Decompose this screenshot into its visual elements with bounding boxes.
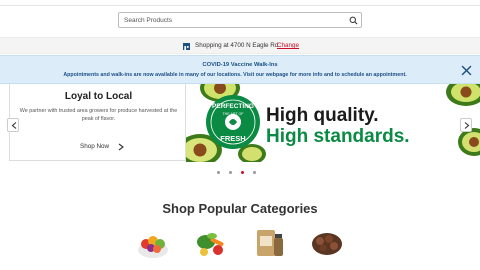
close-icon[interactable] (461, 65, 472, 76)
store-bar: Shopping at 4700 N Eagle Rd Change (0, 37, 480, 54)
pantry-jar-icon[interactable] (252, 226, 288, 260)
search-box[interactable] (118, 12, 362, 28)
carousel-dot[interactable] (217, 171, 220, 174)
covid-notice: COVID-19 Vaccine Walk-Ins Appointments a… (0, 55, 480, 84)
carousel-prev-button[interactable] (7, 118, 19, 132)
store-location-text: Shopping at 4700 N Eagle Rd (195, 42, 279, 49)
badge-bottom-text: FRESH (220, 134, 245, 143)
chevron-right-icon (464, 122, 470, 129)
badge-top-text: PERFECTING (212, 103, 254, 110)
carousel-dots (214, 170, 260, 176)
banner-headline-line2: High standards. (266, 126, 410, 147)
carousel-dot[interactable] (253, 171, 256, 174)
header-divider (0, 5, 480, 6)
meat-icon[interactable] (309, 226, 345, 260)
hero-banner-art: PERFECTING THE ART OF FRESH High quality… (186, 84, 480, 162)
store-icon (183, 43, 190, 50)
search-input[interactable] (124, 16, 344, 25)
promo-card: Loyal to Local We partner with trusted a… (9, 84, 186, 161)
search-icon[interactable] (349, 16, 358, 25)
covid-notice-body: Appointments and walk-ins are now availa… (63, 72, 407, 78)
change-store-link[interactable]: Change (277, 42, 299, 49)
banner-headline-line1: High quality. (266, 105, 379, 126)
carousel-dot[interactable] (241, 171, 244, 174)
fruit-bowl-icon[interactable] (135, 226, 171, 260)
promo-description: We partner with trusted area growers for… (19, 108, 178, 122)
covid-notice-title: COVID-19 Vaccine Walk-Ins (202, 62, 278, 68)
hero-carousel: PERFECTING THE ART OF FRESH High quality… (0, 84, 480, 162)
hero-banner[interactable]: PERFECTING THE ART OF FRESH High quality… (186, 84, 480, 162)
section-title: Shop Popular Categories (162, 201, 318, 216)
shop-now-link[interactable]: Shop Now (80, 143, 109, 150)
badge-mid-text: THE ART OF (222, 112, 244, 116)
chevron-left-icon (11, 122, 17, 129)
carousel-dot[interactable] (229, 171, 232, 174)
carousel-next-button[interactable] (460, 118, 472, 132)
promo-title: Loyal to Local (64, 91, 133, 102)
chevron-right-icon[interactable] (118, 143, 124, 151)
vegetables-icon[interactable] (192, 226, 228, 260)
